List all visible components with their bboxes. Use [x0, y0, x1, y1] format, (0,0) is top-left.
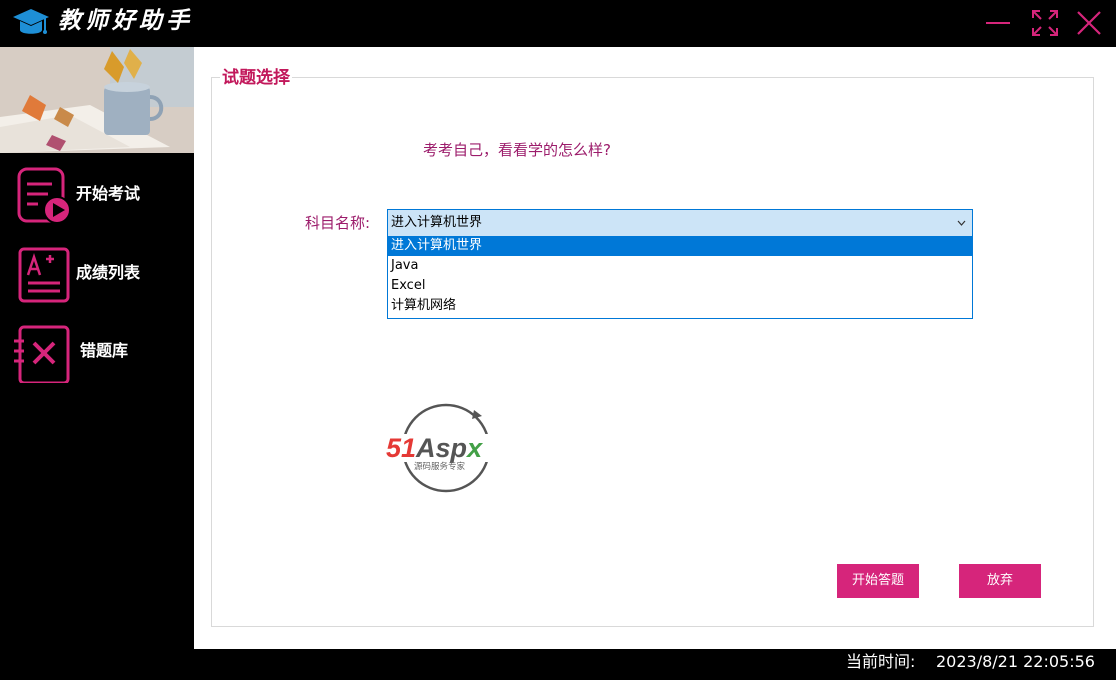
- brand-logo-tagline: 源码服务专家: [414, 461, 466, 471]
- app-title: 教师好助手: [58, 7, 193, 34]
- brand-logo-mark: 51Aspx: [386, 433, 483, 463]
- question-selection-group: [211, 77, 1094, 627]
- abandon-button[interactable]: 放弃: [959, 564, 1041, 598]
- score-list-icon: [18, 247, 70, 303]
- title-bar: 教师好助手: [0, 0, 1116, 47]
- prompt-text: 考考自己，看看学的怎么样?: [423, 141, 611, 159]
- subject-option[interactable]: 进入计算机世界: [388, 236, 972, 256]
- chevron-down-icon: [957, 220, 966, 226]
- subject-option[interactable]: Excel: [388, 276, 972, 296]
- exam-start-icon: [17, 167, 71, 224]
- sidebar-item-label: 开始考试: [76, 184, 141, 203]
- subject-option[interactable]: Java: [388, 256, 972, 276]
- brand-logo: 51Aspx 源码服务专家: [386, 403, 512, 493]
- clock-value: 2023/8/21 22:05:56: [936, 652, 1095, 671]
- minimize-icon[interactable]: [983, 8, 1013, 38]
- sidebar-item-score-list[interactable]: 成绩列表: [0, 239, 194, 305]
- sidebar-item-label: 错题库: [80, 341, 129, 360]
- close-icon[interactable]: [1074, 8, 1104, 38]
- sidebar: 开始考试 成绩列表 错题库: [0, 47, 194, 649]
- group-title: 试题选择: [220, 66, 292, 90]
- sidebar-banner-image: [0, 47, 194, 153]
- subject-dropdown-list: 进入计算机世界 Java Excel 计算机网络: [387, 236, 973, 319]
- graduation-cap-icon: [13, 9, 49, 34]
- status-bar: 当前时间: 2023/8/21 22:05:56: [0, 649, 1116, 680]
- main-panel: 试题选择 考考自己，看看学的怎么样? 科目名称: 进入计算机世界 进入计算机世界…: [194, 47, 1116, 649]
- subject-label: 科目名称:: [305, 214, 371, 232]
- clock-label: 当前时间:: [846, 652, 916, 671]
- wrong-questions-icon: [14, 325, 70, 383]
- subject-select-value: 进入计算机世界: [391, 215, 483, 230]
- subject-select[interactable]: 进入计算机世界: [387, 209, 973, 237]
- sidebar-item-label: 成绩列表: [76, 263, 141, 282]
- maximize-icon[interactable]: [1030, 8, 1060, 38]
- start-answer-button[interactable]: 开始答题: [837, 564, 919, 598]
- sidebar-item-start-exam[interactable]: 开始考试: [0, 160, 194, 226]
- sidebar-item-wrong-questions[interactable]: 错题库: [0, 317, 194, 383]
- subject-option[interactable]: 计算机网络: [388, 296, 972, 316]
